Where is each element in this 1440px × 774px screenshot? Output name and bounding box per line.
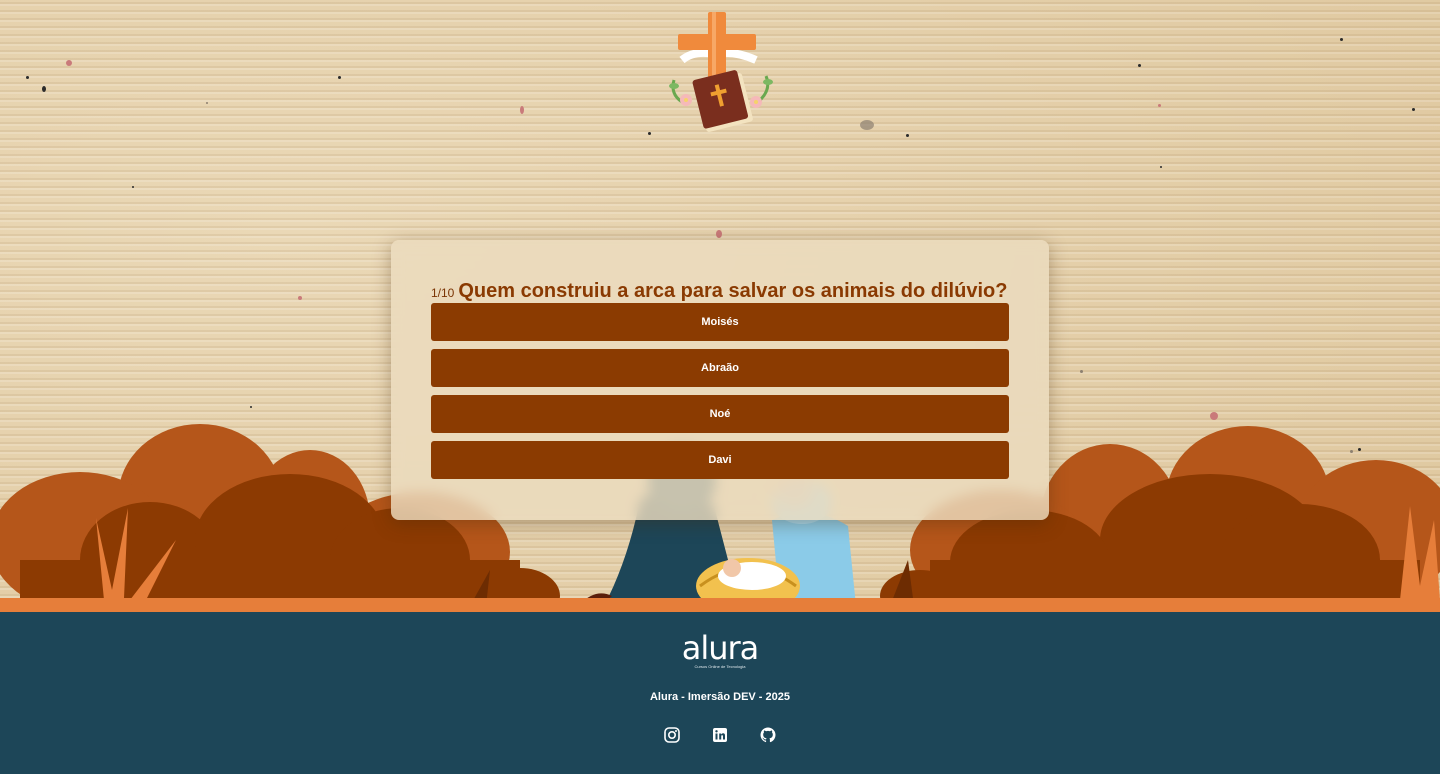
answer-button-1[interactable]: Moisés [431,303,1009,341]
instagram-link[interactable] [663,726,681,744]
instagram-icon [664,727,680,743]
question-counter: 1/10 [431,286,455,300]
quiz-card: 1/10 Quem construiu a arca para salvar o… [391,240,1049,520]
alura-logo[interactable]: alura Cursos Online de Tecnologia [681,629,760,670]
question-text: Quem construiu a arca para salvar os ani… [458,280,1008,302]
cross-bible-emblem [664,10,776,134]
footer-credits: Alura - Imersão DEV - 2025 [649,691,790,703]
answer-button-4[interactable]: Davi [431,441,1009,479]
social-links [663,726,777,744]
linkedin-link[interactable] [711,726,729,744]
linkedin-icon [713,728,727,742]
answer-button-2[interactable]: Abraão [431,349,1009,387]
answer-button-3[interactable]: Noé [431,395,1009,433]
footer: alura Cursos Online de Tecnologia Alura … [0,612,1440,774]
answer-list: Moisés Abraão Noé Davi [431,303,1009,479]
github-link[interactable] [759,726,777,744]
question-header: 1/10 Quem construiu a arca para salvar o… [431,280,1009,303]
github-icon [760,727,776,743]
logo-wordmark: alura [681,629,760,667]
